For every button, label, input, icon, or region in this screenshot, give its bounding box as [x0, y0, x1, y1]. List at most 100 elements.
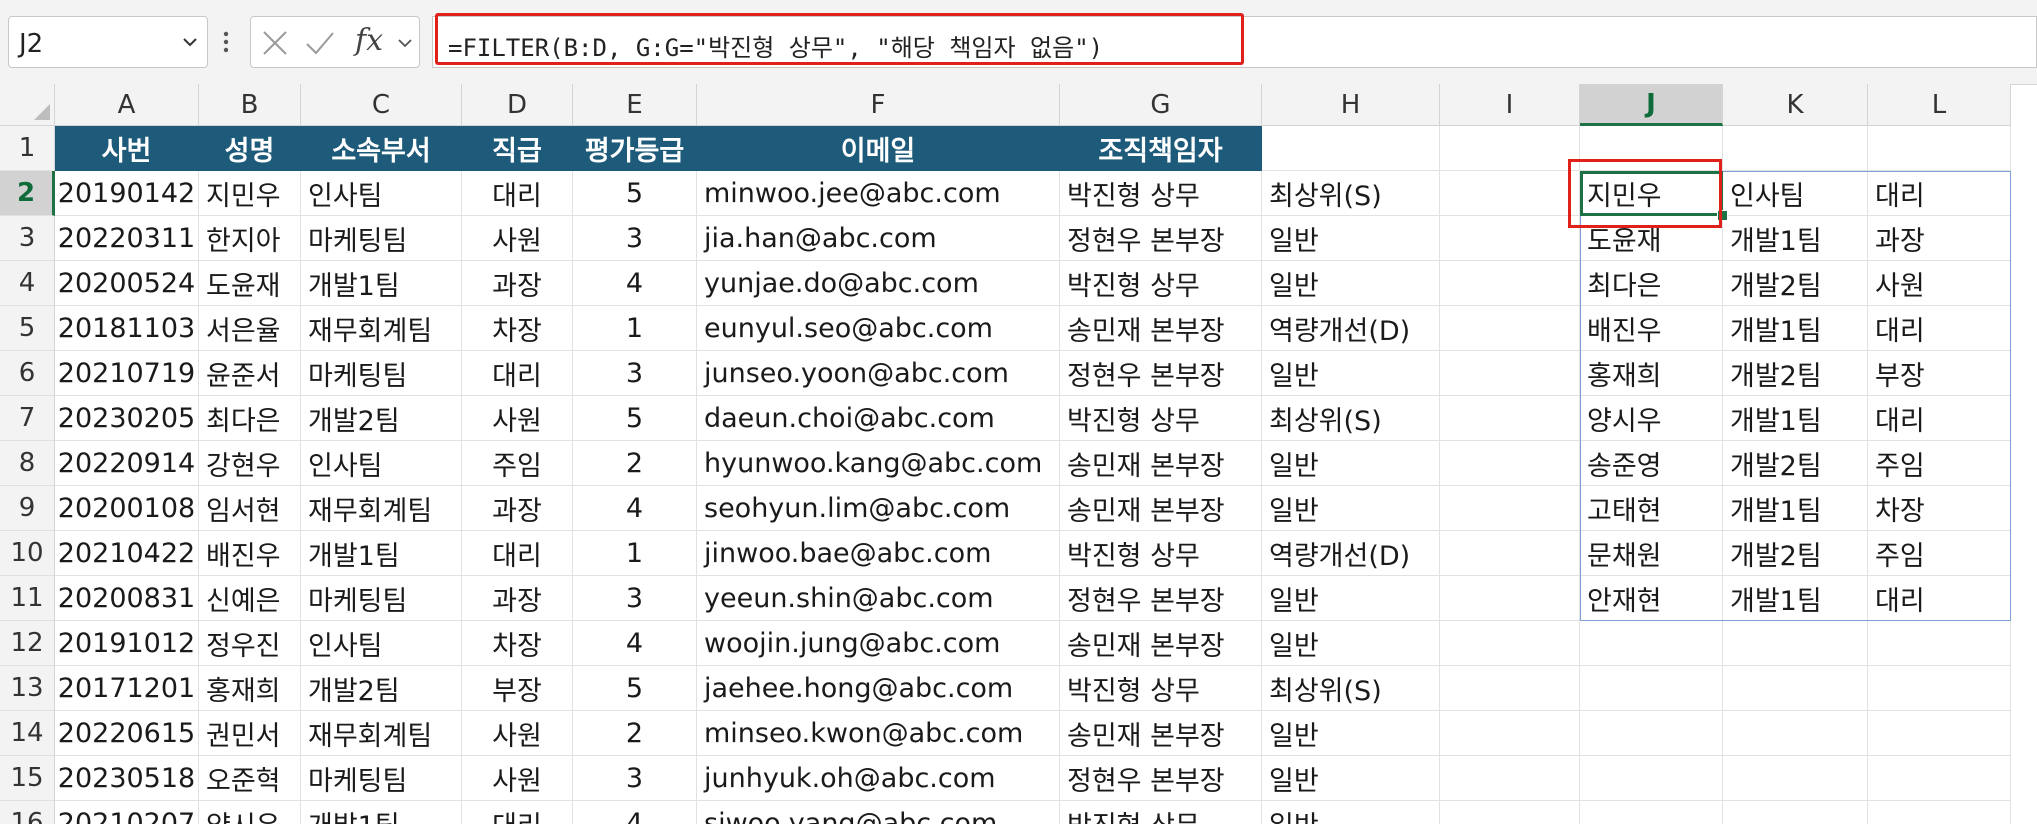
table-header-cell[interactable]: 소속부서 [301, 126, 462, 171]
table-cell[interactable]: 20200108 [55, 486, 199, 531]
table-cell[interactable]: 박진형 상무 [1060, 261, 1262, 306]
name-box[interactable]: J2 [8, 16, 208, 68]
spill-cell[interactable]: 개발2팀 [1723, 441, 1868, 486]
row-header[interactable]: 10 [0, 531, 55, 576]
column-header-e[interactable]: E [573, 84, 697, 126]
table-cell[interactable]: 신예은 [199, 576, 301, 621]
table-cell[interactable]: 20230205 [55, 396, 199, 441]
table-cell[interactable]: woojin.jung@abc.com [697, 621, 1060, 666]
grid-cell[interactable] [1440, 621, 1580, 666]
row-header[interactable]: 2 [0, 171, 55, 216]
table-cell[interactable]: 개발1팀 [301, 261, 462, 306]
spill-cell[interactable]: 차장 [1868, 486, 2011, 531]
grid-cell[interactable] [1580, 126, 1723, 171]
table-cell[interactable]: 20210422 [55, 531, 199, 576]
table-cell[interactable]: 박진형 상무 [1060, 801, 1262, 824]
table-cell[interactable]: 1 [573, 531, 697, 576]
table-cell[interactable]: minwoo.jee@abc.com [697, 171, 1060, 216]
table-cell[interactable]: 정현우 본부장 [1060, 756, 1262, 801]
grid-cell[interactable] [1440, 171, 1580, 216]
table-cell[interactable]: 송민재 본부장 [1060, 306, 1262, 351]
grid-cell[interactable] [1868, 621, 2011, 666]
table-header-cell[interactable]: 평가등급 [573, 126, 697, 171]
table-cell[interactable]: 개발1팀 [301, 801, 462, 824]
table-cell[interactable]: daeun.choi@abc.com [697, 396, 1060, 441]
spill-cell[interactable]: 송준영 [1580, 441, 1723, 486]
table-cell[interactable]: 송민재 본부장 [1060, 486, 1262, 531]
spill-cell[interactable]: 지민우 [1580, 171, 1723, 216]
spill-cell[interactable]: 안재현 [1580, 576, 1723, 621]
check-icon[interactable] [305, 29, 335, 57]
grid-cell[interactable] [1440, 576, 1580, 621]
grid-cell[interactable] [1580, 756, 1723, 801]
grid-cell[interactable] [1580, 801, 1723, 824]
grid-cell[interactable] [1868, 756, 2011, 801]
table-cell[interactable]: 20220615 [55, 711, 199, 756]
table-cell[interactable]: 송민재 본부장 [1060, 441, 1262, 486]
table-cell[interactable]: 박진형 상무 [1060, 531, 1262, 576]
table-cell[interactable]: 박진형 상무 [1060, 666, 1262, 711]
row-header[interactable]: 15 [0, 756, 55, 801]
table-cell[interactable]: 박진형 상무 [1060, 396, 1262, 441]
grid-cell[interactable] [1440, 486, 1580, 531]
row-header[interactable]: 14 [0, 711, 55, 756]
table-cell[interactable]: 인사팀 [301, 441, 462, 486]
table-cell[interactable]: 마케팅팀 [301, 576, 462, 621]
chevron-down-icon[interactable] [397, 35, 413, 51]
spill-cell[interactable]: 개발2팀 [1723, 261, 1868, 306]
grid-cell[interactable] [1868, 801, 2011, 824]
grid-cell[interactable] [1723, 666, 1868, 711]
row-header[interactable]: 1 [0, 126, 55, 171]
row-header[interactable]: 3 [0, 216, 55, 261]
table-cell[interactable]: 차장 [462, 306, 573, 351]
table-cell[interactable]: 일반 [1262, 441, 1440, 486]
column-header-l[interactable]: L [1868, 84, 2011, 126]
row-header[interactable]: 12 [0, 621, 55, 666]
table-cell[interactable]: 배진우 [199, 531, 301, 576]
grid-cell[interactable] [1440, 261, 1580, 306]
table-cell[interactable]: 최상위(S) [1262, 666, 1440, 711]
column-header-h[interactable]: H [1262, 84, 1440, 126]
table-cell[interactable]: 3 [573, 576, 697, 621]
table-cell[interactable]: 인사팀 [301, 621, 462, 666]
more-options-icon[interactable] [222, 24, 230, 60]
grid-cell[interactable] [1440, 306, 1580, 351]
table-cell[interactable]: 차장 [462, 621, 573, 666]
table-cell[interactable]: jia.han@abc.com [697, 216, 1060, 261]
table-cell[interactable]: 사원 [462, 711, 573, 756]
spill-cell[interactable]: 대리 [1868, 171, 2011, 216]
spill-cell[interactable]: 과장 [1868, 216, 2011, 261]
grid-cell[interactable] [1440, 531, 1580, 576]
table-cell[interactable]: 20171201 [55, 666, 199, 711]
table-cell[interactable]: 과장 [462, 486, 573, 531]
column-header-g[interactable]: G [1060, 84, 1262, 126]
table-cell[interactable]: 대리 [462, 351, 573, 396]
column-header-j[interactable]: J [1580, 84, 1723, 126]
table-cell[interactable]: 20200831 [55, 576, 199, 621]
grid-cell[interactable] [1440, 126, 1580, 171]
table-cell[interactable]: 개발2팀 [301, 396, 462, 441]
chevron-down-icon[interactable] [181, 33, 199, 51]
insert-function-icon[interactable]: fx [355, 23, 383, 58]
row-header[interactable]: 7 [0, 396, 55, 441]
table-cell[interactable]: 일반 [1262, 801, 1440, 824]
grid-cell[interactable] [1440, 396, 1580, 441]
table-cell[interactable]: 사원 [462, 396, 573, 441]
table-cell[interactable]: 정현우 본부장 [1060, 216, 1262, 261]
row-header[interactable]: 4 [0, 261, 55, 306]
table-header-cell[interactable]: 이메일 [697, 126, 1060, 171]
spill-cell[interactable]: 배진우 [1580, 306, 1723, 351]
spill-cell[interactable]: 부장 [1868, 351, 2011, 396]
table-cell[interactable]: 재무회계팀 [301, 711, 462, 756]
grid-cell[interactable] [1440, 441, 1580, 486]
table-cell[interactable]: 20200524 [55, 261, 199, 306]
table-cell[interactable]: 20230518 [55, 756, 199, 801]
grid-cell[interactable] [1440, 216, 1580, 261]
table-cell[interactable]: hyunwoo.kang@abc.com [697, 441, 1060, 486]
grid-cell[interactable] [1440, 711, 1580, 756]
table-cell[interactable]: siwoo.yang@abc.com [697, 801, 1060, 824]
table-cell[interactable]: 사원 [462, 756, 573, 801]
table-cell[interactable]: 부장 [462, 666, 573, 711]
table-cell[interactable]: 개발1팀 [301, 531, 462, 576]
table-cell[interactable]: 4 [573, 486, 697, 531]
